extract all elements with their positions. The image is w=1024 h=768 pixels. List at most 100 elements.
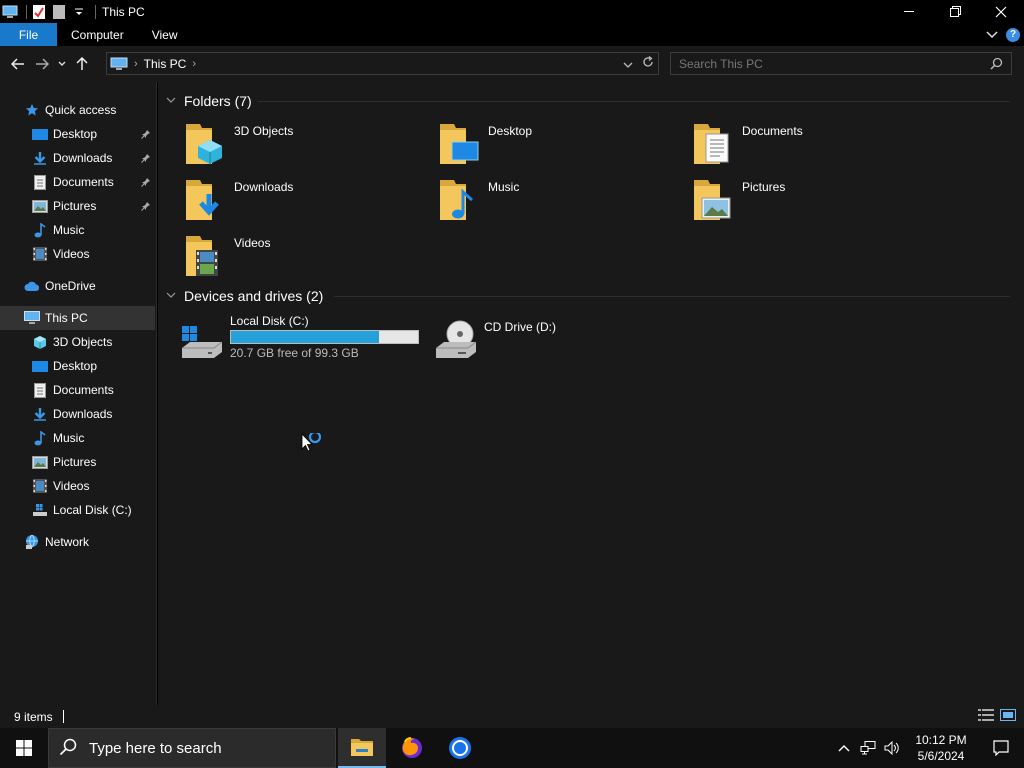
recent-locations-icon[interactable] xyxy=(54,52,70,76)
large-icons-view-icon[interactable] xyxy=(1000,709,1016,724)
nav-this-pc[interactable]: This PC xyxy=(0,306,155,330)
group-divider xyxy=(334,296,1010,297)
volume-icon[interactable] xyxy=(880,728,904,768)
pin-icon[interactable] xyxy=(141,176,151,190)
folder-label: Pictures xyxy=(742,180,786,194)
document-icon xyxy=(32,382,48,398)
busy-cursor-icon xyxy=(301,430,325,457)
search-input[interactable] xyxy=(679,56,979,71)
taskbar-search-box[interactable]: Type here to search xyxy=(48,728,336,768)
nav-quick-videos[interactable]: Videos xyxy=(0,242,155,266)
window-title: This PC xyxy=(102,4,145,19)
cube-icon xyxy=(32,334,48,350)
nav-network[interactable]: Network xyxy=(0,530,155,554)
forward-arrow-icon[interactable] xyxy=(30,52,54,76)
nav-quick-desktop[interactable]: Desktop xyxy=(0,122,155,146)
help-icon[interactable]: ? xyxy=(1006,27,1020,42)
folder-documents-icon xyxy=(690,120,738,168)
folder-downloads-icon xyxy=(182,176,230,224)
address-row: › This PC › xyxy=(0,46,1024,82)
back-arrow-icon[interactable] xyxy=(6,52,30,76)
folder-item-3d-objects[interactable]: 3D Objects xyxy=(182,120,422,170)
details-view-icon[interactable] xyxy=(978,709,994,724)
nav-quick-pictures[interactable]: Pictures xyxy=(0,194,155,218)
folder-item-documents[interactable]: Documents xyxy=(690,120,930,170)
address-bar[interactable]: › This PC › xyxy=(106,52,659,75)
folder-item-desktop[interactable]: Desktop xyxy=(436,120,676,170)
nav-quick-documents[interactable]: Documents xyxy=(0,170,155,194)
start-button[interactable] xyxy=(0,728,48,768)
breadcrumb-chevron-icon[interactable]: › xyxy=(134,58,138,70)
folder-3d-objects-icon xyxy=(182,120,230,168)
folder-item-pictures[interactable]: Pictures xyxy=(690,176,930,226)
clock-date: 5/6/2024 xyxy=(917,749,965,763)
nav-quick-downloads[interactable]: Downloads xyxy=(0,146,155,170)
nav-item-label: Desktop xyxy=(53,127,98,141)
folder-item-music[interactable]: Music xyxy=(436,176,676,226)
folders-group-header[interactable]: Folders (7) xyxy=(166,90,252,112)
folder-item-downloads[interactable]: Downloads xyxy=(182,176,422,226)
taskbar-file-explorer[interactable] xyxy=(338,728,386,768)
expand-ribbon-icon[interactable] xyxy=(986,28,998,42)
desktop-icon xyxy=(32,126,48,142)
nav-quick-access[interactable]: Quick access xyxy=(0,98,155,122)
pin-icon[interactable] xyxy=(141,200,151,214)
drive-item-cd-drive[interactable]: CD Drive (D:) xyxy=(432,314,632,364)
folder-label: 3D Objects xyxy=(234,124,294,138)
up-arrow-icon[interactable] xyxy=(70,52,94,76)
restore-button[interactable] xyxy=(932,0,978,23)
customize-toolbar-icon[interactable] xyxy=(71,4,87,20)
cd-drive-icon xyxy=(432,316,480,364)
drive-name: Local Disk (C:) xyxy=(230,314,309,328)
nav-item-label: Downloads xyxy=(53,151,113,165)
collapse-chevron-icon[interactable] xyxy=(166,95,176,107)
nav-onedrive[interactable]: OneDrive xyxy=(0,274,155,298)
tab-file[interactable]: File xyxy=(0,23,57,46)
show-hidden-icons-chevron-icon[interactable] xyxy=(832,728,856,768)
nav-pc-3d-objects[interactable]: 3D Objects xyxy=(0,330,155,354)
drive-item-local-disk[interactable]: Local Disk (C:) 20.7 GB free of 99.3 GB xyxy=(178,314,424,364)
close-button[interactable] xyxy=(978,0,1024,23)
nav-pc-local-disk[interactable]: Local Disk (C:) xyxy=(0,498,155,522)
minimize-button[interactable] xyxy=(886,0,932,23)
pin-icon[interactable] xyxy=(141,128,151,142)
breadcrumb-chevron-icon[interactable]: › xyxy=(192,58,196,70)
nav-item-label: Pictures xyxy=(53,199,97,213)
nav-pc-videos[interactable]: Videos xyxy=(0,474,155,498)
pin-icon[interactable] xyxy=(141,152,151,166)
item-count: 9 items xyxy=(14,709,53,724)
taskbar-clock[interactable]: 10:12 PM 5/6/2024 xyxy=(904,732,978,764)
computer-icon xyxy=(24,310,40,326)
title-bar: This PC xyxy=(0,0,1024,23)
folder-videos-icon xyxy=(182,232,230,280)
breadcrumb-this-pc[interactable]: This PC xyxy=(144,57,187,71)
folder-label: Desktop xyxy=(488,124,533,138)
new-folder-icon[interactable] xyxy=(51,4,67,20)
drive-usage-fill xyxy=(231,331,379,343)
hard-drive-icon xyxy=(178,316,226,364)
search-box[interactable] xyxy=(670,52,1012,75)
network-status-icon[interactable] xyxy=(856,728,880,768)
nav-quick-music[interactable]: Music xyxy=(0,218,155,242)
nav-pc-downloads[interactable]: Downloads xyxy=(0,402,155,426)
computer-icon[interactable] xyxy=(2,4,18,20)
taskbar-chrome[interactable] xyxy=(436,728,484,768)
tab-computer[interactable]: Computer xyxy=(57,23,138,46)
nav-pc-music[interactable]: Music xyxy=(0,426,155,450)
folder-item-videos[interactable]: Videos xyxy=(182,232,422,282)
network-icon xyxy=(24,534,40,550)
refresh-icon[interactable] xyxy=(638,55,658,71)
nav-pc-pictures[interactable]: Pictures xyxy=(0,450,155,474)
action-center-icon[interactable] xyxy=(978,728,1024,768)
nav-pc-documents[interactable]: Documents xyxy=(0,378,155,402)
address-dropdown-icon[interactable] xyxy=(618,57,638,71)
drive-usage-bar xyxy=(230,330,419,344)
search-icon[interactable] xyxy=(990,57,1003,73)
collapse-chevron-icon[interactable] xyxy=(166,290,176,302)
taskbar-firefox[interactable] xyxy=(388,728,436,768)
nav-pc-desktop[interactable]: Desktop xyxy=(0,354,155,378)
folder-label: Downloads xyxy=(234,180,294,194)
tab-view[interactable]: View xyxy=(138,23,192,46)
properties-icon[interactable] xyxy=(31,4,47,20)
devices-group-header[interactable]: Devices and drives (2) xyxy=(166,285,323,307)
